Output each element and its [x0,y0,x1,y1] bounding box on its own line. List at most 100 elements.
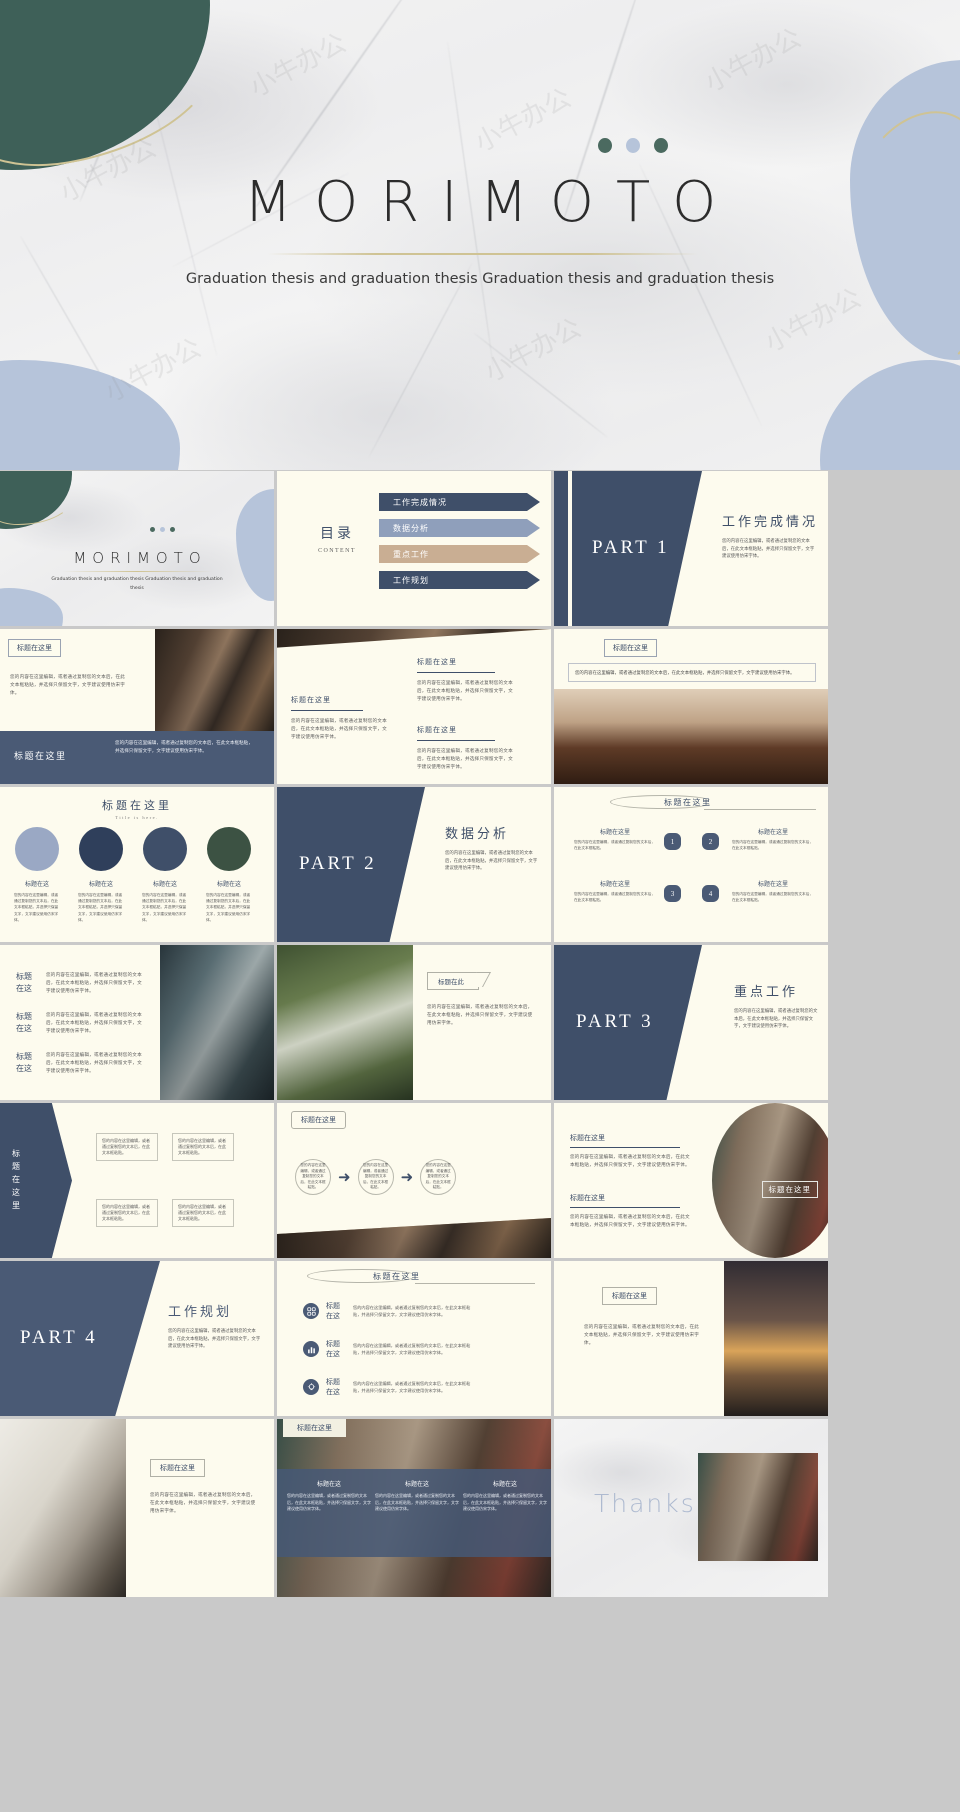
slide-text-sunset-photo[interactable]: 标题在这里 您的内容在这里编辑，或者通过复制您的文本后，在此文本框粘贴，并选择只… [554,1261,828,1416]
blue-blob-decoration [236,489,274,601]
step-number-3: 3 [664,885,681,902]
slide-process-flow[interactable]: 标题在这里 您的内容在这里编辑，或者通过复制您的文本后，在此文本框粘贴。 ➜ 您… [277,1103,551,1258]
title-box: 标题在这里 [604,637,657,657]
row-body: 您的内容在这里编辑，或者通过复制您的文本后，在此文本框粘贴，并选择只保留文字，文… [46,972,142,993]
flow-step-body: 您的内容在这里编辑，或者通过复制您的文本后，在此文本框粘贴。 [300,1163,326,1190]
thumbnail-row: 标题在这里 您的内容在这里编辑，或者通过复制您的文本后，在此文本框粘贴。 您的内… [0,1103,960,1258]
card-label: 标题在这 [492,1482,517,1488]
circle-item[interactable]: 标题在这 您的内容在这里编辑，或者通过复制您的文本后，在此文本框粘贴，并选择只保… [74,827,128,923]
dot-1 [150,527,155,532]
row-body: 您的内容在这里编辑，或者通过复制您的文本后，在此文本框粘贴，并选择只保留文字，文… [46,1012,142,1033]
slide-part-4[interactable]: PART 4 工作规划 您的内容在这里编辑，或者通过复制您的文本后，在此文本框粘… [0,1261,274,1416]
slide-two-column-diagonal[interactable]: 标题在这里 您的内容在这里编辑，或者通过复制您的文本后，在此文本框粘贴，并选择只… [277,629,551,784]
slide-three-card-overlay[interactable]: 标题在这里 标题在这 您的内容在这里编辑，或者通过复制您的文本后，在此文本框粘贴… [277,1419,551,1597]
circle-body: 您的内容在这里编辑，或者通过复制您的文本后，在此文本框粘贴，并选择只保留文字，文… [14,893,59,922]
overlay-card[interactable]: 标题在这 您的内容在这里编辑，或者通过复制您的文本后，在此文本框粘贴，并选择只保… [287,1479,371,1513]
part-body: 您的内容在这里编辑，或者通过复制您的文本后，在此文本框粘贴，并选择只保留文字，文… [168,1328,261,1349]
slide-photo-arrow-tag[interactable]: 标题在此 您的内容在这里编辑，或者通过复制您的文本后，在此文本框粘贴，并选择只保… [277,945,551,1100]
step-body: 您的内容在这里编辑，或者通过复制您的文本后，在此文本框粘贴。 [732,892,814,902]
row-label: 标题在这 [16,1012,32,1033]
slide-thanks[interactable]: Thanks [554,1419,828,1597]
column-title: 标题在这里 [291,696,331,704]
hero-title: MORIMOTO [243,170,739,235]
watermark: 小牛办公 [700,23,807,99]
watermark: 小牛办公 [470,83,577,159]
circle-shape [79,827,123,871]
slide-four-circles[interactable]: 标题在这里 Title is here. 标题在这 您的内容在这里编辑，或者通过… [0,787,274,942]
icon-list-row[interactable]: 标题在这 您的内容在这里编辑，或者通过复制您的文本后，在此文本框粘贴，并选择只保… [303,1377,477,1397]
flow-step-1: 您的内容在这里编辑，或者通过复制您的文本后，在此文本框粘贴。 [295,1159,331,1195]
part-body: 您的内容在这里编辑，或者通过复制您的文本后，在此文本框粘贴，并选择只保留文字，文… [445,850,538,871]
overlay-card[interactable]: 标题在这 您的内容在这里编辑，或者通过复制您的文本后，在此文本框粘贴，并选择只保… [375,1479,459,1513]
dot-1 [598,138,612,153]
toc-item-4[interactable]: 工作规划 [379,571,540,589]
slide-content-photo-left[interactable]: 标题在这里 您的内容在这里编辑，或者通过复制您的文本后，在此文本框粘贴，并选择只… [0,629,274,784]
photo-shop [155,629,274,731]
cover-subtitle: Graduation thesis and graduation thesis … [51,577,223,591]
row-label: 标题在这 [16,972,32,993]
slide-part-3[interactable]: PART 3 重点工作 您的内容在这里编辑，或者通过复制您的文本后，在此文本框粘… [554,945,828,1100]
slide-vase-photo-text[interactable]: 标题在这里 您的内容在这里编辑，或者通过复制您的文本后，在此文本框粘贴，并选择只… [0,1419,274,1597]
footer-title: 标题在这里 [14,751,67,761]
arrow-tag: 标题在此 [427,972,491,990]
step-number-1: 1 [664,833,681,850]
circle-label: 标题在这 [88,882,113,888]
flow-step-2: 您的内容在这里编辑，或者通过复制您的文本后，在此文本框粘贴。 [357,1159,394,1195]
divider [62,571,212,572]
circle-item[interactable]: 标题在这 您的内容在这里编辑，或者通过复制您的文本后，在此文本框粘贴，并选择只保… [10,827,64,923]
toc-item-2[interactable]: 数据分析 [379,519,540,537]
chevron-right-icon [527,571,540,589]
part-body: 您的内容在这里编辑，或者通过复制您的文本后，在此文本框粘贴，并选择只保留文字，文… [722,538,815,559]
slide-part-1[interactable]: PART 1 工作完成情况 您的内容在这里编辑，或者通过复制您的文本后，在此文本… [554,471,828,626]
slide-numbered-steps[interactable]: 标题在这里 标题在这里 您的内容在这里编辑，或者通过复制您的文本后，在此文本框粘… [554,787,828,942]
slide-text-circle-photo[interactable]: 标题在这里 您的内容在这里编辑，或者通过复制您的文本后，在此文本框粘贴，并选择只… [554,1103,828,1258]
slide-heading-en: Title is here. [115,815,159,820]
part-body: 您的内容在这里编辑，或者通过复制您的文本后，在此文本框粘贴，并选择只保留文字，文… [734,1008,818,1029]
slide-heading: 标题在这里 [664,798,712,807]
slide-body: 您的内容在这里编辑，或者通过复制您的文本后，在此文本框粘贴，并选择只保留文字，文… [427,1004,533,1025]
slide-big-arrow-boxes[interactable]: 标题在这里 您的内容在这里编辑，或者通过复制您的文本后，在此文本框粘贴。 您的内… [0,1103,274,1258]
icon-list-row[interactable]: 标题在这 您的内容在这里编辑，或者通过复制您的文本后，在此文本框粘贴，并选择只保… [303,1301,477,1321]
step-number-2: 2 [702,833,719,850]
bar-chart-icon [303,1341,319,1357]
slide-content-photo-bottom[interactable]: 标题在这里 您的内容在这里编辑，或者通过复制您的文本后，在此文本框粘贴，并选择只… [554,629,828,784]
slide-table-of-contents[interactable]: 目录 CONTENT 工作完成情况 数据分析 重点工作 工作规划 [277,471,551,626]
slide-cover-thumbnail[interactable]: MORIMOTO Graduation thesis and graduatio… [0,471,274,626]
slide-body: 您的内容在这里编辑，或者通过复制您的文本后，在此文本框粘贴，并选择只保留文字，文… [568,663,816,683]
toc-item-label: 工作完成情况 [393,498,447,507]
toc-item-3[interactable]: 重点工作 [379,545,540,563]
section-title: 标题在这里 [570,1194,605,1202]
gold-line-decoration [826,102,960,388]
overlay-card[interactable]: 标题在这 您的内容在这里编辑，或者通过复制您的文本后，在此文本框粘贴，并选择只保… [463,1479,547,1513]
slide-part-2[interactable]: PART 2 数据分析 您的内容在这里编辑，或者通过复制您的文本后，在此文本框粘… [277,787,551,942]
section-body: 您的内容在这里编辑，或者通过复制您的文本后，在此文本框粘贴，并选择只保留文字，文… [570,1214,690,1227]
circle-item[interactable]: 标题在这 您的内容在这里编辑，或者通过复制您的文本后，在此文本框粘贴，并选择只保… [138,827,192,923]
icon-row-label: 标题在这 [326,1378,340,1396]
photo-shoes [554,689,828,784]
slide-body: 您的内容在这里编辑，或者通过复制您的文本后，在此文本框粘贴，并选择只保留文字，文… [150,1492,256,1513]
column-body: 您的内容在这里编辑，或者通过复制您的文本后，在此文本框粘贴，并选择只保留文字，文… [417,748,513,769]
blue-blob-decoration [820,360,960,470]
slide-three-row-list[interactable]: 标题在这 您的内容在这里编辑，或者通过复制您的文本后，在此文本框粘贴，并选择只保… [0,945,274,1100]
gold-line-decoration [0,471,75,525]
slide-body: 您的内容在这里编辑，或者通过复制您的文本后，在此文本框粘贴，并选择只保留文字，文… [584,1324,700,1345]
toc-heading-en: CONTENT [318,548,356,554]
photo-street [698,1453,818,1561]
photo-caption: 标题在这里 [761,1181,818,1198]
toc-item-1[interactable]: 工作完成情况 [379,493,540,511]
column-body: 您的内容在这里编辑，或者通过复制您的文本后，在此文本框粘贴，并选择只保留文字，文… [291,718,387,739]
card-body: 您的内容在这里编辑，或者通过复制您的文本后，在此文本框粘贴，并选择只保留文字，文… [463,1493,547,1512]
blue-blob-decoration [0,588,63,626]
slide-icon-list[interactable]: 标题在这里 标题在这 您的内容在这里编辑，或者通过复制您的文本后，在此文本框粘贴… [277,1261,551,1416]
icon-list-row[interactable]: 标题在这 您的内容在这里编辑，或者通过复制您的文本后，在此文本框粘贴，并选择只保… [303,1339,477,1359]
content-box: 您的内容在这里编辑，或者通过复制您的文本后，在此文本框粘贴。 [96,1133,158,1161]
divider [704,809,816,810]
chevron-right-icon [527,545,540,563]
arrow-tag-label: 标题在此 [438,979,464,986]
icon-row-label: 标题在这 [326,1340,340,1358]
divider [417,740,495,741]
part-label: PART 1 [592,537,670,558]
circle-item[interactable]: 标题在这 您的内容在这里编辑，或者通过复制您的文本后，在此文本框粘贴，并选择只保… [202,827,256,923]
icon-row-body: 您的内容在这里编辑，或者通过复制您的文本后，在此文本框粘贴，并选择只保留文字，文… [353,1305,471,1317]
toc-item-label: 重点工作 [393,550,429,559]
